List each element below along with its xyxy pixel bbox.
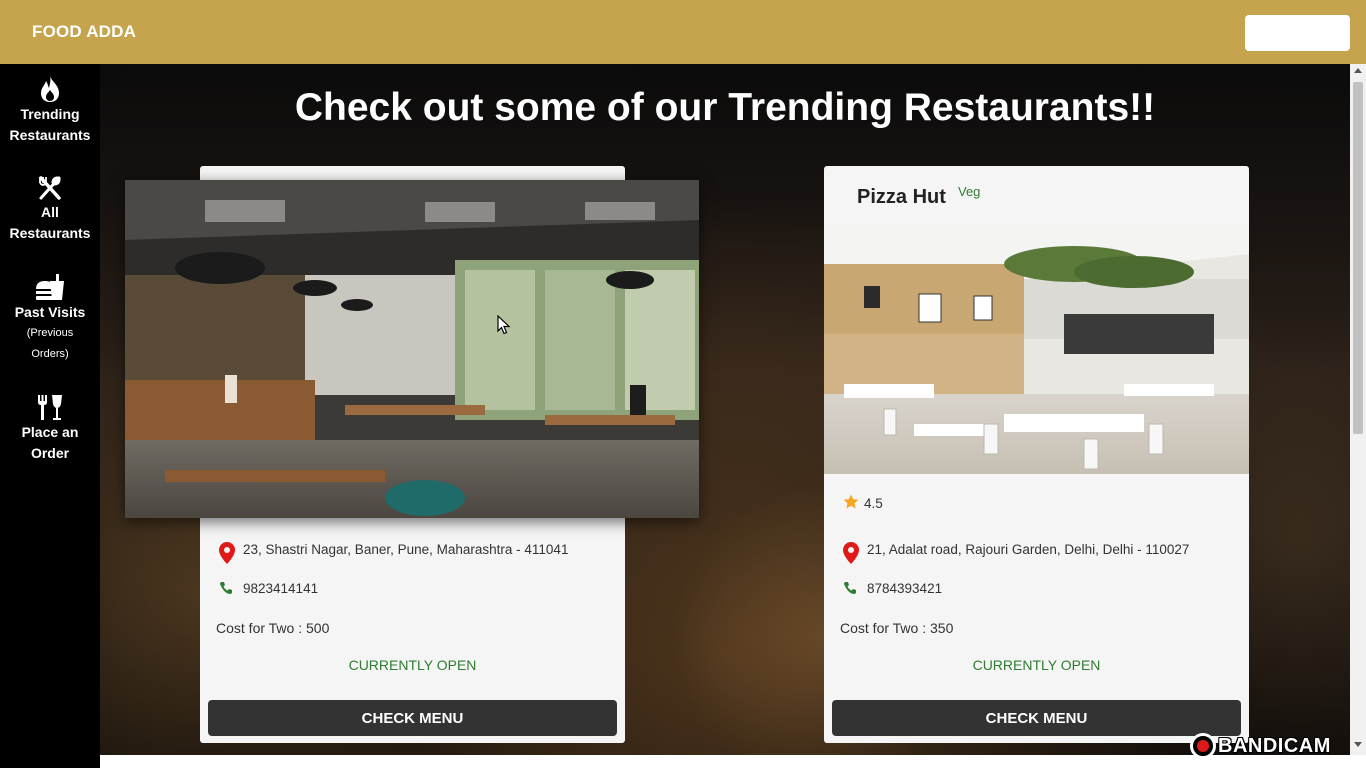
restaurant-card: Pizza Hut Veg 4.5 21, Adalat road, Rajou… [824, 166, 1249, 743]
cost-for-two: Cost for Two : 350 [840, 620, 954, 636]
record-icon [1190, 733, 1216, 759]
fastfood-icon [36, 274, 64, 300]
scroll-down-arrow-icon[interactable] [1354, 742, 1362, 747]
rating-value: 4.5 [864, 496, 883, 511]
check-menu-button[interactable]: CHECK MENU [832, 700, 1241, 736]
restaurant-interior-photo [824, 224, 1249, 474]
sidebar-item-sublabel: Orders) [31, 348, 69, 360]
recorder-watermark: BANDICAM [1190, 732, 1331, 760]
sidebar-item-label: Order [30, 445, 70, 461]
open-status: CURRENTLY OPEN [972, 657, 1101, 673]
phone-text: 8784393421 [867, 581, 943, 596]
restaurant-image[interactable] [125, 180, 699, 518]
cost-for-two: Cost for Two : 500 [216, 620, 330, 636]
star-icon [843, 494, 859, 509]
app-bar: FOOD ADDA [0, 0, 1366, 64]
dining-icon [38, 395, 62, 420]
sidebar-item-label: All [41, 204, 59, 220]
location-pin-icon [219, 542, 235, 564]
sidebar-item-label: Trending [20, 106, 80, 122]
address-text: 23, Shastri Nagar, Baner, Pune, Maharash… [243, 542, 569, 557]
restaurant-name: Pizza Hut [857, 186, 946, 208]
page-title: Check out some of our Trending Restauran… [294, 86, 1156, 129]
location-pin-icon [843, 542, 859, 564]
restaurant-card: 23, Shastri Nagar, Baner, Pune, Maharash… [125, 166, 699, 743]
scroll-up-arrow-icon[interactable] [1354, 68, 1362, 73]
sidebar-item-trending[interactable]: Trending Restaurants [0, 74, 100, 146]
main-content: Check out some of our Trending Restauran… [100, 64, 1350, 755]
phone-icon [220, 582, 232, 594]
sidebar-item-place-order[interactable]: Place an Order [0, 392, 100, 464]
phone-text: 9823414141 [243, 581, 319, 596]
utensils-icon [39, 176, 61, 200]
sidebar-item-label: Restaurants [9, 225, 91, 241]
check-menu-button[interactable]: CHECK MENU [208, 700, 617, 736]
veg-tag: Veg [958, 184, 981, 199]
brand-title[interactable]: FOOD ADDA [32, 22, 136, 42]
scrollbar[interactable] [1350, 64, 1366, 755]
sidebar-item-label: Place an [21, 424, 79, 440]
sidebar-item-past-visits[interactable]: Past Visits (Previous Orders) [0, 272, 100, 365]
sidebar-item-label: Past Visits [14, 304, 86, 320]
sidebar: Trending Restaurants All Restaurants Pas… [0, 64, 100, 768]
phone-icon [844, 582, 856, 594]
cafe-interior-photo [125, 180, 699, 518]
scroll-thumb[interactable] [1353, 82, 1363, 434]
watermark-text: BANDICAM [1218, 734, 1331, 757]
sidebar-item-all-restaurants[interactable]: All Restaurants [0, 174, 100, 244]
sidebar-item-sublabel: (Previous [26, 327, 74, 339]
restaurant-image[interactable] [824, 224, 1249, 474]
mouse-cursor-icon [497, 315, 511, 335]
open-status: CURRENTLY OPEN [348, 657, 477, 673]
appbar-action-button[interactable] [1245, 15, 1350, 51]
card-header: Pizza Hut Veg [824, 166, 1249, 224]
sidebar-item-label: Restaurants [9, 127, 91, 143]
flame-icon [41, 76, 59, 102]
address-text: 21, Adalat road, Rajouri Garden, Delhi, … [867, 542, 1190, 557]
